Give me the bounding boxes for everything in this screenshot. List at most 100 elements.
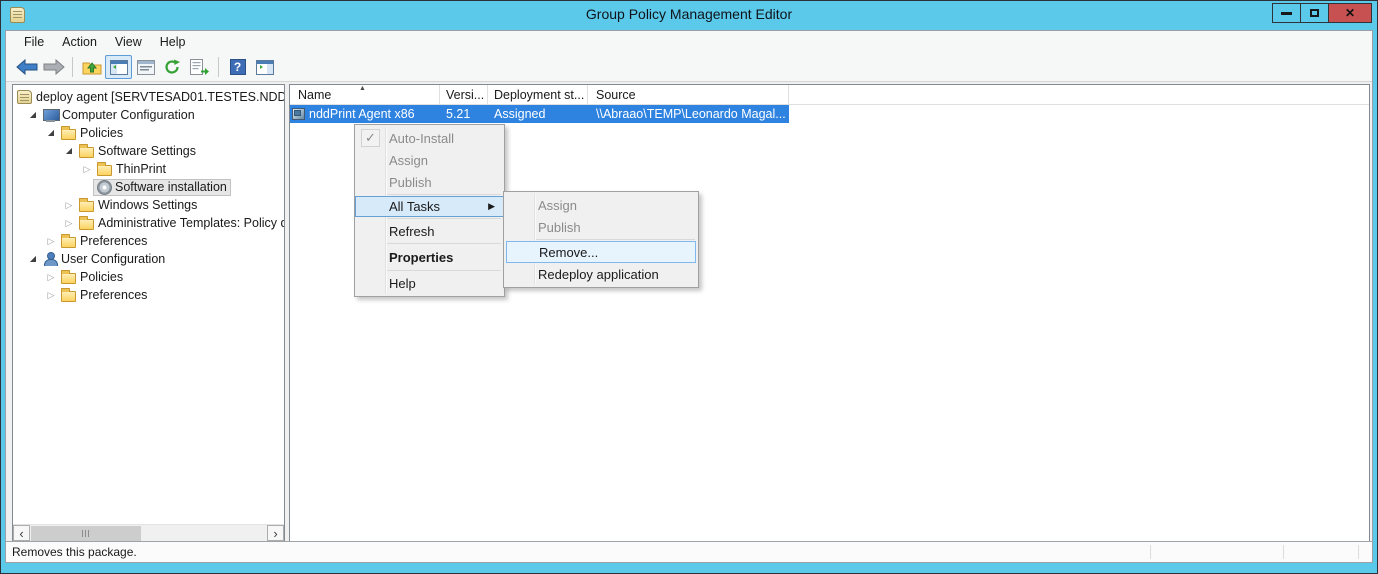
tree-item-label: Administrative Templates: Policy de — [98, 216, 285, 230]
tree-item-label: Windows Settings — [98, 198, 197, 212]
menu-view[interactable]: View — [106, 32, 151, 52]
close-button[interactable]: ✕ — [1328, 3, 1372, 23]
tree-item-preferences-computer[interactable]: Preferences — [13, 232, 284, 250]
console-tree-pane: deploy agent [SERVTESAD01.TESTES.NDDIGIT… — [12, 84, 285, 542]
scrollbar-thumb[interactable] — [31, 526, 141, 541]
help-button[interactable]: ? — [224, 55, 251, 79]
toolbar-separator — [218, 57, 219, 77]
title-bar[interactable]: Group Policy Management Editor ✕ — [1, 1, 1377, 30]
collapsed-chevron-icon[interactable] — [63, 196, 75, 215]
menu-bar: File Action View Help — [6, 31, 1372, 53]
console-scroll-icon — [17, 90, 32, 104]
menu-item-label: Properties — [389, 250, 453, 265]
scroll-right-icon: › — [273, 527, 277, 540]
expanded-chevron-icon[interactable] — [27, 250, 39, 268]
submenu-item-redeploy-application[interactable]: Redeploy application — [504, 263, 698, 285]
tree-item-label: Preferences — [80, 234, 147, 248]
submenu-item-publish: Publish — [504, 216, 698, 238]
column-header-version[interactable]: Versi... — [440, 85, 488, 104]
tree-item-label: ThinPrint — [116, 162, 166, 176]
submenu-item-remove[interactable]: Remove... — [506, 241, 696, 263]
menu-separator — [387, 270, 501, 271]
collapsed-chevron-icon[interactable] — [45, 286, 57, 305]
back-button[interactable] — [13, 55, 40, 79]
tree-item-administrative-templates[interactable]: Administrative Templates: Policy de — [13, 214, 284, 232]
properties-window-icon — [137, 60, 155, 75]
toolbar: ? — [6, 53, 1372, 82]
forward-button[interactable] — [40, 55, 67, 79]
scroll-right-button[interactable]: › — [267, 525, 284, 541]
package-deployment-state: Assigned — [488, 107, 588, 121]
menu-item-help[interactable]: Help — [355, 272, 504, 294]
menu-item-properties[interactable]: Properties — [355, 245, 504, 269]
tree-item-label: Computer Configuration — [62, 108, 195, 122]
show-action-pane-icon — [256, 60, 274, 75]
tree-item-root[interactable]: deploy agent [SERVTESAD01.TESTES.NDDIGIT… — [13, 88, 284, 106]
package-row-nddprint-agent[interactable]: nddPrint Agent x86 5.21 Assigned \\Abraa… — [290, 105, 789, 123]
all-tasks-submenu: Assign Publish Remove... Redeploy applic… — [503, 191, 699, 288]
status-text: Removes this package. — [12, 545, 137, 559]
show-console-tree-toggle[interactable] — [105, 55, 132, 79]
collapsed-chevron-icon[interactable] — [45, 232, 57, 251]
tree-item-label: Policies — [80, 270, 123, 284]
expanded-chevron-icon[interactable] — [45, 124, 57, 142]
menu-action[interactable]: Action — [53, 32, 106, 52]
folder-icon — [61, 273, 76, 284]
tree-item-software-installation[interactable]: Software installation — [13, 178, 284, 196]
refresh-button[interactable] — [159, 55, 186, 79]
tree-item-preferences-user[interactable]: Preferences — [13, 286, 284, 304]
column-header-deployment-state[interactable]: Deployment st... — [488, 85, 588, 104]
collapsed-chevron-icon[interactable] — [81, 160, 93, 179]
tree-item-software-settings[interactable]: Software Settings — [13, 142, 284, 160]
menu-item-all-tasks[interactable]: All Tasks ▶ — [355, 196, 504, 217]
menu-item-refresh[interactable]: Refresh — [355, 220, 504, 242]
tree-item-computer-configuration[interactable]: Computer Configuration — [13, 106, 284, 124]
client-area: File Action View Help — [5, 30, 1373, 563]
expanded-chevron-icon[interactable] — [27, 106, 39, 124]
menu-item-label: Assign — [538, 198, 577, 213]
menu-item-label: All Tasks — [389, 199, 440, 214]
expanded-chevron-icon[interactable] — [63, 142, 75, 160]
folder-icon — [79, 147, 94, 158]
tree-item-label: Software Settings — [98, 144, 196, 158]
maximize-icon — [1310, 9, 1319, 17]
menu-help[interactable]: Help — [151, 32, 195, 52]
list-header: Name ▲ Versi... Deployment st... Source — [290, 85, 1369, 105]
folder-icon — [61, 129, 76, 140]
scroll-left-button[interactable]: ‹ — [13, 525, 30, 541]
menu-item-label: Redeploy application — [538, 267, 659, 282]
menu-item-publish: Publish — [355, 171, 504, 193]
package-version: 5.21 — [440, 107, 488, 121]
status-divider — [1283, 545, 1284, 559]
menu-file[interactable]: File — [15, 32, 53, 52]
column-header-name[interactable]: Name ▲ — [290, 85, 440, 104]
toolbar-separator — [72, 57, 73, 77]
submenu-item-assign: Assign — [504, 194, 698, 216]
up-one-level-button[interactable] — [78, 55, 105, 79]
sort-ascending-icon: ▲ — [359, 85, 366, 92]
context-menu: ✓ Auto-Install Assign Publish All Tasks … — [354, 124, 505, 297]
computer-icon — [43, 109, 58, 122]
tree-item-thinprint[interactable]: ThinPrint — [13, 160, 284, 178]
tree-item-user-configuration[interactable]: User Configuration — [13, 250, 284, 268]
status-divider — [1150, 545, 1151, 559]
tree-horizontal-scrollbar[interactable]: ‹ › — [13, 524, 284, 541]
show-action-pane-toggle[interactable] — [251, 55, 278, 79]
menu-separator — [387, 218, 501, 219]
collapsed-chevron-icon[interactable] — [63, 214, 75, 233]
tree: deploy agent [SERVTESAD01.TESTES.NDDIGIT… — [13, 85, 284, 304]
collapsed-chevron-icon[interactable] — [45, 268, 57, 287]
up-one-level-icon — [82, 59, 102, 75]
column-label: Deployment st... — [494, 88, 584, 102]
properties-button[interactable] — [132, 55, 159, 79]
close-icon: ✕ — [1345, 7, 1355, 19]
export-list-button[interactable] — [186, 55, 213, 79]
tree-item-policies[interactable]: Policies — [13, 124, 284, 142]
column-header-source[interactable]: Source — [588, 85, 789, 104]
maximize-button[interactable] — [1300, 3, 1329, 23]
tree-item-windows-settings[interactable]: Windows Settings — [13, 196, 284, 214]
forward-icon — [43, 59, 65, 75]
tree-item-policies-user[interactable]: Policies — [13, 268, 284, 286]
folder-icon — [79, 219, 94, 230]
minimize-button[interactable] — [1272, 3, 1301, 23]
